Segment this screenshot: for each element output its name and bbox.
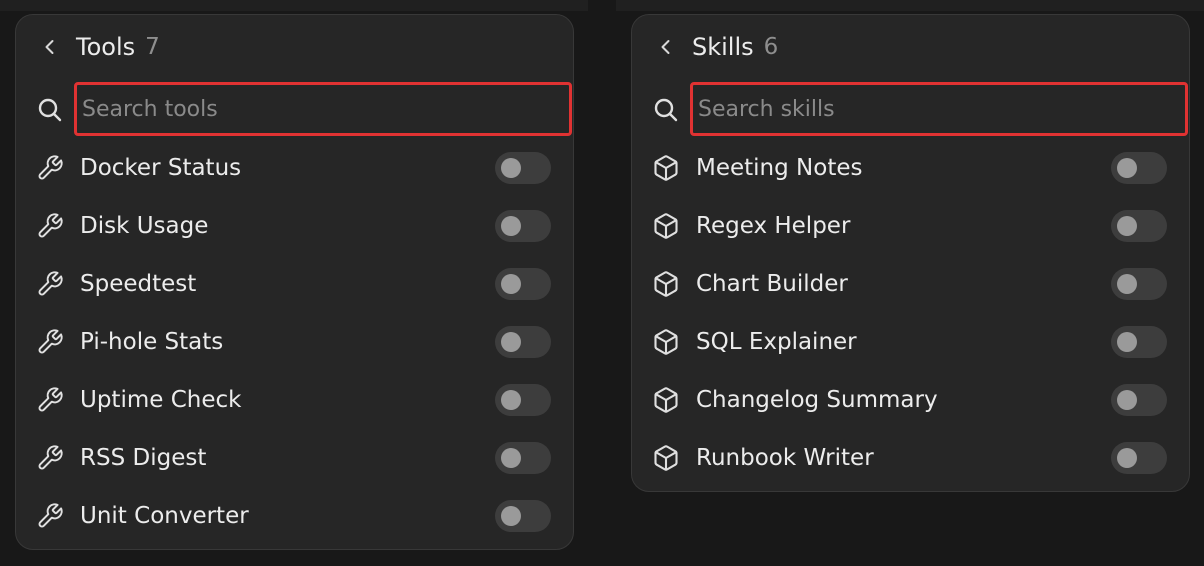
toggle-knob [501, 274, 521, 294]
list-item[interactable]: Uptime Check [16, 371, 573, 429]
cube-icon [652, 270, 680, 298]
wrench-icon [36, 502, 64, 530]
item-label: Pi-hole Stats [80, 329, 224, 355]
wrench-icon [36, 386, 64, 414]
item-count: 6 [763, 34, 779, 60]
chevron-left-icon [45, 40, 54, 54]
search-row [16, 79, 573, 139]
chevron-left-icon [661, 40, 670, 54]
toggle-knob [501, 390, 521, 410]
wrench-icon [36, 154, 64, 182]
enable-toggle[interactable] [1111, 152, 1167, 184]
top-strip-right [616, 0, 1204, 11]
enable-toggle[interactable] [495, 268, 551, 300]
skills-panel: Skills 6 Meeting Notes Regex Helper Char… [631, 14, 1190, 492]
wrench-icon [36, 444, 64, 472]
item-label: Regex Helper [696, 213, 851, 239]
back-button[interactable] [32, 29, 68, 65]
enable-toggle[interactable] [495, 442, 551, 474]
item-label: Speedtest [80, 271, 197, 297]
cube-icon [652, 212, 680, 240]
toggle-knob [1117, 274, 1137, 294]
toggle-knob [501, 332, 521, 352]
skills-list: Meeting Notes Regex Helper Chart Builder… [632, 139, 1189, 487]
top-strip-left [0, 0, 588, 11]
enable-toggle[interactable] [1111, 326, 1167, 358]
list-item[interactable]: Unit Converter [16, 487, 573, 545]
enable-toggle[interactable] [495, 384, 551, 416]
toggle-knob [1117, 216, 1137, 236]
toggle-knob [1117, 158, 1137, 178]
item-count: 7 [145, 34, 160, 60]
item-label: Unit Converter [80, 503, 249, 529]
list-item[interactable]: RSS Digest [16, 429, 573, 487]
panel-title: Skills [692, 33, 754, 61]
cube-icon [652, 154, 680, 182]
item-label: Runbook Writer [696, 445, 874, 471]
list-item[interactable]: SQL Explainer [632, 313, 1189, 371]
list-item[interactable]: Changelog Summary [632, 371, 1189, 429]
toggle-knob [1117, 448, 1137, 468]
item-label: Chart Builder [696, 271, 848, 297]
search-icon [654, 98, 678, 122]
item-label: Uptime Check [80, 387, 242, 413]
cube-icon [652, 386, 680, 414]
list-item[interactable]: Disk Usage [16, 197, 573, 255]
item-label: RSS Digest [80, 445, 207, 471]
item-label: Disk Usage [80, 213, 209, 239]
enable-toggle[interactable] [495, 500, 551, 532]
list-item[interactable]: Runbook Writer [632, 429, 1189, 487]
search-input[interactable] [690, 82, 1188, 136]
toggle-knob [501, 216, 521, 236]
enable-toggle[interactable] [495, 326, 551, 358]
enable-toggle[interactable] [495, 152, 551, 184]
enable-toggle[interactable] [1111, 210, 1167, 242]
cube-icon [652, 444, 680, 472]
enable-toggle[interactable] [495, 210, 551, 242]
list-item[interactable]: Chart Builder [632, 255, 1189, 313]
search-icon [38, 98, 62, 122]
enable-toggle[interactable] [1111, 384, 1167, 416]
list-item[interactable]: Speedtest [16, 255, 573, 313]
wrench-icon [36, 212, 64, 240]
item-label: Docker Status [80, 155, 242, 181]
list-item[interactable]: Meeting Notes [632, 139, 1189, 197]
search-input[interactable] [74, 82, 572, 136]
toggle-knob [501, 506, 521, 526]
item-label: Changelog Summary [696, 387, 938, 413]
panel-title: Tools [76, 33, 136, 61]
tools-list: Docker Status Disk Usage Speedtest Pi-ho… [16, 139, 573, 545]
enable-toggle[interactable] [1111, 442, 1167, 474]
wrench-icon [36, 328, 64, 356]
list-item[interactable]: Docker Status [16, 139, 573, 197]
tools-header: Tools 7 [16, 15, 573, 79]
toggle-knob [1117, 332, 1137, 352]
toggle-knob [501, 158, 521, 178]
cube-icon [652, 328, 680, 356]
toggle-knob [501, 448, 521, 468]
skills-header: Skills 6 [632, 15, 1189, 79]
item-label: Meeting Notes [696, 155, 863, 181]
search-row [632, 79, 1189, 139]
enable-toggle[interactable] [1111, 268, 1167, 300]
tools-panel: Tools 7 Docker Status Disk Usage Speedte… [15, 14, 574, 550]
list-item[interactable]: Regex Helper [632, 197, 1189, 255]
toggle-knob [1117, 390, 1137, 410]
back-button[interactable] [648, 29, 684, 65]
wrench-icon [36, 270, 64, 298]
item-label: SQL Explainer [696, 329, 857, 355]
list-item[interactable]: Pi-hole Stats [16, 313, 573, 371]
